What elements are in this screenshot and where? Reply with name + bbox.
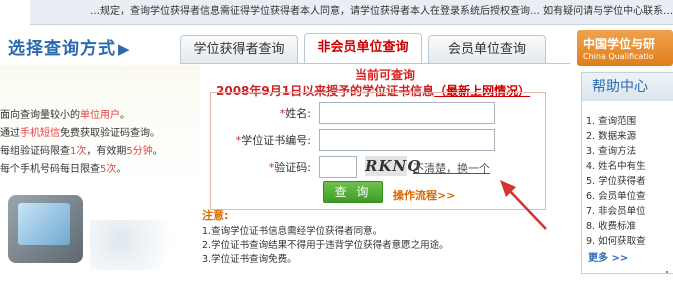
phone-screen (18, 203, 70, 245)
help-center: 帮助中心 1. 查询范围 2. 数据来源 3. 查询方法 4. 姓名中有生 5.… (581, 72, 673, 274)
info-highlight: 1次 (70, 146, 87, 157)
note-item: 2.学位证书查询结果不得用于违背学位获得者意愿之用途。 (202, 240, 449, 251)
refresh-captcha-link[interactable]: 不清楚，换一个 (413, 160, 490, 176)
brand-name: 中国学位与研 (583, 37, 656, 51)
info-line-4: 每个手机号码每日限查5次。 (0, 160, 126, 175)
captcha-image: RKNQ (365, 156, 422, 176)
annotation-arrow-icon (500, 180, 547, 230)
phone-keypad-illustration (90, 220, 190, 270)
available-label: 当前可查询 (354, 68, 415, 82)
name-label: *姓名: (211, 105, 311, 121)
phone-illustration (8, 195, 83, 263)
brand-name-en: China Qualificatio (583, 52, 654, 61)
help-item[interactable]: 4. 姓名中有生 (586, 158, 646, 172)
note-item: 3.学位证书查询免费。 (202, 254, 297, 265)
top-notice-bar: …规定，查询学位获得者信息需征得学位获得者本人同意，请学位获得者本人在登录系统后… (30, 0, 673, 25)
help-item[interactable]: 6. 会员单位查 (586, 188, 646, 202)
tab-member-query[interactable]: 会员单位查询 (428, 35, 546, 63)
info-highlight: 手机短信 (20, 128, 60, 139)
title-arrow-icon: ▶ (118, 40, 131, 58)
operation-flow-link[interactable]: 操作流程>> (393, 187, 455, 203)
name-input[interactable] (319, 102, 495, 124)
cert-label-text: 学位证书编号: (241, 134, 311, 147)
page-title-text: 选择查询方式 (8, 39, 116, 59)
help-item[interactable]: 2. 数据来源 (586, 128, 636, 142)
info-highlight: 5分钟 (126, 146, 153, 157)
info-text: 通过 (0, 128, 20, 139)
info-text: 免费获取验证码查询。 (60, 128, 160, 139)
info-text: 。 (152, 146, 163, 157)
info-text: 每组验证码限查 (0, 146, 70, 157)
info-text: 每个手机号码每日限查 (0, 164, 100, 175)
right-sidebar: 中国学位与研 China Qualificatio 帮助中心 1. 查询范围 2… (577, 30, 673, 280)
info-highlight: 5次 (100, 164, 117, 175)
info-text: 。 (120, 110, 130, 121)
note-item: 1.查询学位证书信息需经学位获得者同意。 (202, 226, 383, 237)
info-text: 面向查询量较小的 (0, 110, 80, 121)
query-button[interactable]: 查 询 (323, 181, 383, 203)
cert-number-input[interactable] (319, 129, 495, 151)
captcha-input[interactable] (319, 156, 357, 178)
name-label-text: 姓名: (285, 107, 311, 120)
help-item[interactable]: 7. 非会员单位 (586, 203, 646, 217)
help-more-link[interactable]: 更多 >> (588, 249, 628, 264)
help-item[interactable]: 8. 收费标准 (586, 218, 636, 232)
top-notice-text: …规定，查询学位获得者信息需征得学位获得者本人同意，请学位获得者本人在登录系统后… (90, 6, 673, 17)
brand-banner: 中国学位与研 China Qualificatio (577, 30, 673, 66)
info-line-1: 面向查询量较小的单位用户。 (0, 106, 130, 121)
help-center-title: 帮助中心 (582, 73, 673, 101)
help-item[interactable]: 3. 查询方法 (586, 143, 636, 157)
help-item[interactable]: 1. 查询范围 (586, 113, 636, 127)
code-label: *验证码: (211, 159, 311, 175)
tab-degree-holder-query[interactable]: 学位获得者查询 (180, 35, 298, 63)
notes-heading: 注意: (202, 209, 229, 222)
tab-non-member-query[interactable]: 非会员单位查询 (304, 33, 422, 63)
info-line-2: 通过手机短信免费获取验证码查询。 (0, 124, 160, 139)
help-item[interactable]: 5. 学位获得者 (586, 173, 646, 187)
cert-label: *学位证书编号: (211, 132, 311, 148)
divider-dot (666, 271, 668, 273)
code-label-text: 验证码: (274, 161, 311, 174)
info-text: 。 (116, 164, 127, 175)
info-line-3: 每组验证码限查1次，有效期5分钟。 (0, 142, 163, 157)
page-title: 选择查询方式 ▶ (8, 34, 131, 59)
help-item[interactable]: 9. 如何获取查 (586, 233, 646, 247)
info-text: ，有效期 (86, 146, 127, 157)
info-highlight: 单位用户 (80, 110, 120, 121)
